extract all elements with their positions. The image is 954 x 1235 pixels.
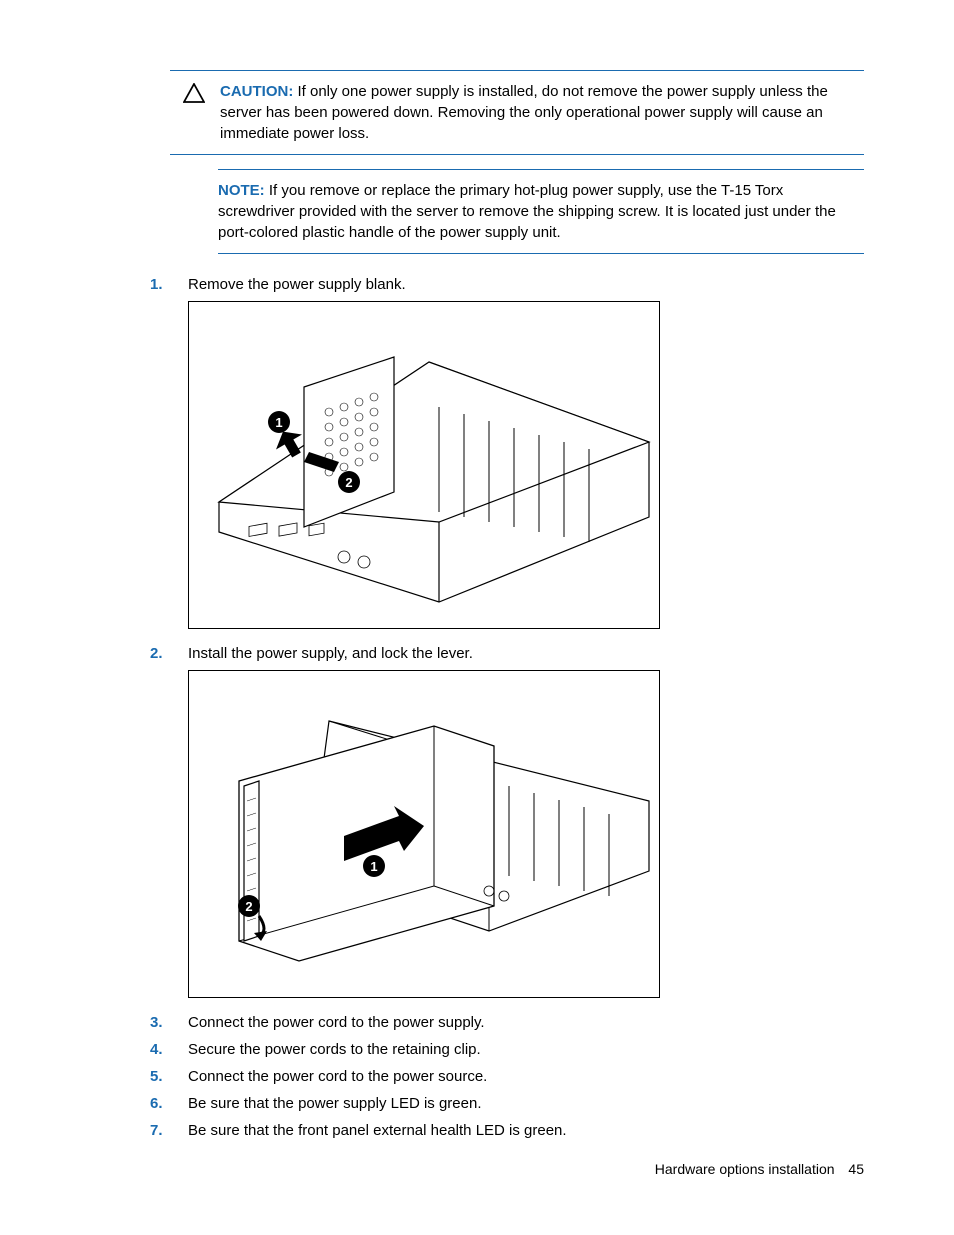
list-item: 1. Remove the power supply blank.	[150, 274, 864, 295]
step-text: Be sure that the power supply LED is gre…	[188, 1093, 864, 1114]
note-text: If you remove or replace the primary hot…	[218, 182, 836, 241]
step-number: 5.	[150, 1066, 188, 1087]
list-item: 6. Be sure that the power supply LED is …	[150, 1093, 864, 1114]
page-footer: Hardware options installation 45	[655, 1160, 864, 1180]
step-number: 6.	[150, 1093, 188, 1114]
footer-section: Hardware options installation	[655, 1161, 835, 1177]
list-item: 4. Secure the power cords to the retaini…	[150, 1039, 864, 1060]
list-item: 3. Connect the power cord to the power s…	[150, 1012, 864, 1033]
step-text: Be sure that the front panel external he…	[188, 1120, 864, 1141]
list-item: 7. Be sure that the front panel external…	[150, 1120, 864, 1141]
caution-icon	[170, 81, 218, 103]
list-item: 2. Install the power supply, and lock th…	[150, 643, 864, 664]
svg-text:1: 1	[275, 415, 282, 430]
steps-list: 2. Install the power supply, and lock th…	[150, 643, 864, 664]
svg-text:2: 2	[245, 899, 252, 914]
steps-list: 1. Remove the power supply blank.	[150, 274, 864, 295]
figure-install-supply: 1 2	[188, 670, 660, 998]
step-number: 1.	[150, 274, 188, 295]
step-number: 4.	[150, 1039, 188, 1060]
step-number: 7.	[150, 1120, 188, 1141]
svg-text:2: 2	[345, 475, 352, 490]
step-text: Connect the power cord to the power supp…	[188, 1012, 864, 1033]
caution-body: CAUTION: If only one power supply is ins…	[218, 81, 864, 144]
caution-callout: CAUTION: If only one power supply is ins…	[170, 70, 864, 155]
note-callout: NOTE: If you remove or replace the prima…	[218, 169, 864, 254]
step-number: 3.	[150, 1012, 188, 1033]
footer-page-number: 45	[848, 1161, 864, 1177]
list-item: 5. Connect the power cord to the power s…	[150, 1066, 864, 1087]
step-text: Install the power supply, and lock the l…	[188, 643, 864, 664]
steps-list: 3. Connect the power cord to the power s…	[150, 1012, 864, 1141]
step-text: Connect the power cord to the power sour…	[188, 1066, 864, 1087]
step-text: Remove the power supply blank.	[188, 274, 864, 295]
caution-text: If only one power supply is installed, d…	[220, 83, 828, 142]
figure-remove-blank: 1 2	[188, 301, 660, 629]
caution-label: CAUTION:	[220, 83, 293, 100]
step-number: 2.	[150, 643, 188, 664]
svg-text:1: 1	[370, 859, 377, 874]
note-label: NOTE:	[218, 182, 265, 199]
step-text: Secure the power cords to the retaining …	[188, 1039, 864, 1060]
